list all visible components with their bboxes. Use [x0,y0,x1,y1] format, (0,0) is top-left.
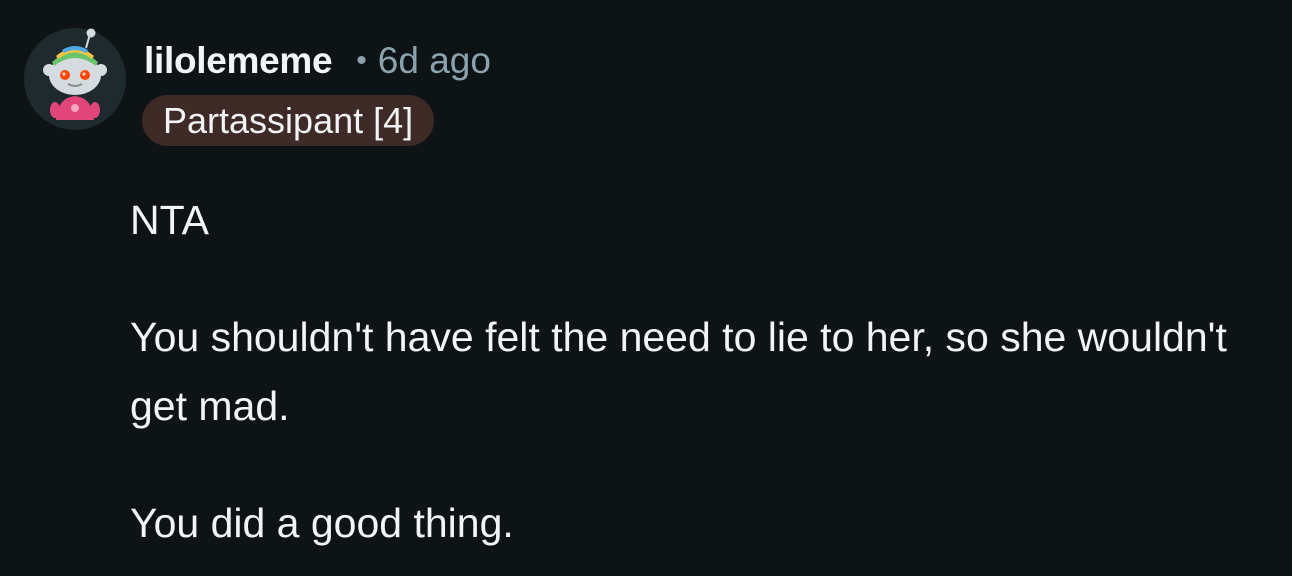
user-avatar[interactable] [24,28,126,130]
comment-timestamp[interactable]: 6d ago [378,40,491,82]
user-flair-label: Partassipant [4] [163,99,414,141]
comment-paragraph: You shouldn't have felt the need to lie … [130,314,1227,429]
meta-separator: • [356,44,367,77]
comment-paragraph: You did a good thing. [130,500,514,546]
user-flair: Partassipant [4] [142,95,435,146]
snoo-avatar-icon [24,28,126,130]
comment-paragraph: NTA [130,197,209,243]
comment-body: NTA You shouldn't have felt the need to … [130,186,1280,558]
username[interactable]: lilolememe [144,40,333,82]
comment: lilolememe • 6d ago Partassipant [4] NTA… [0,0,1292,576]
comment-header: lilolememe • 6d ago [144,38,491,84]
